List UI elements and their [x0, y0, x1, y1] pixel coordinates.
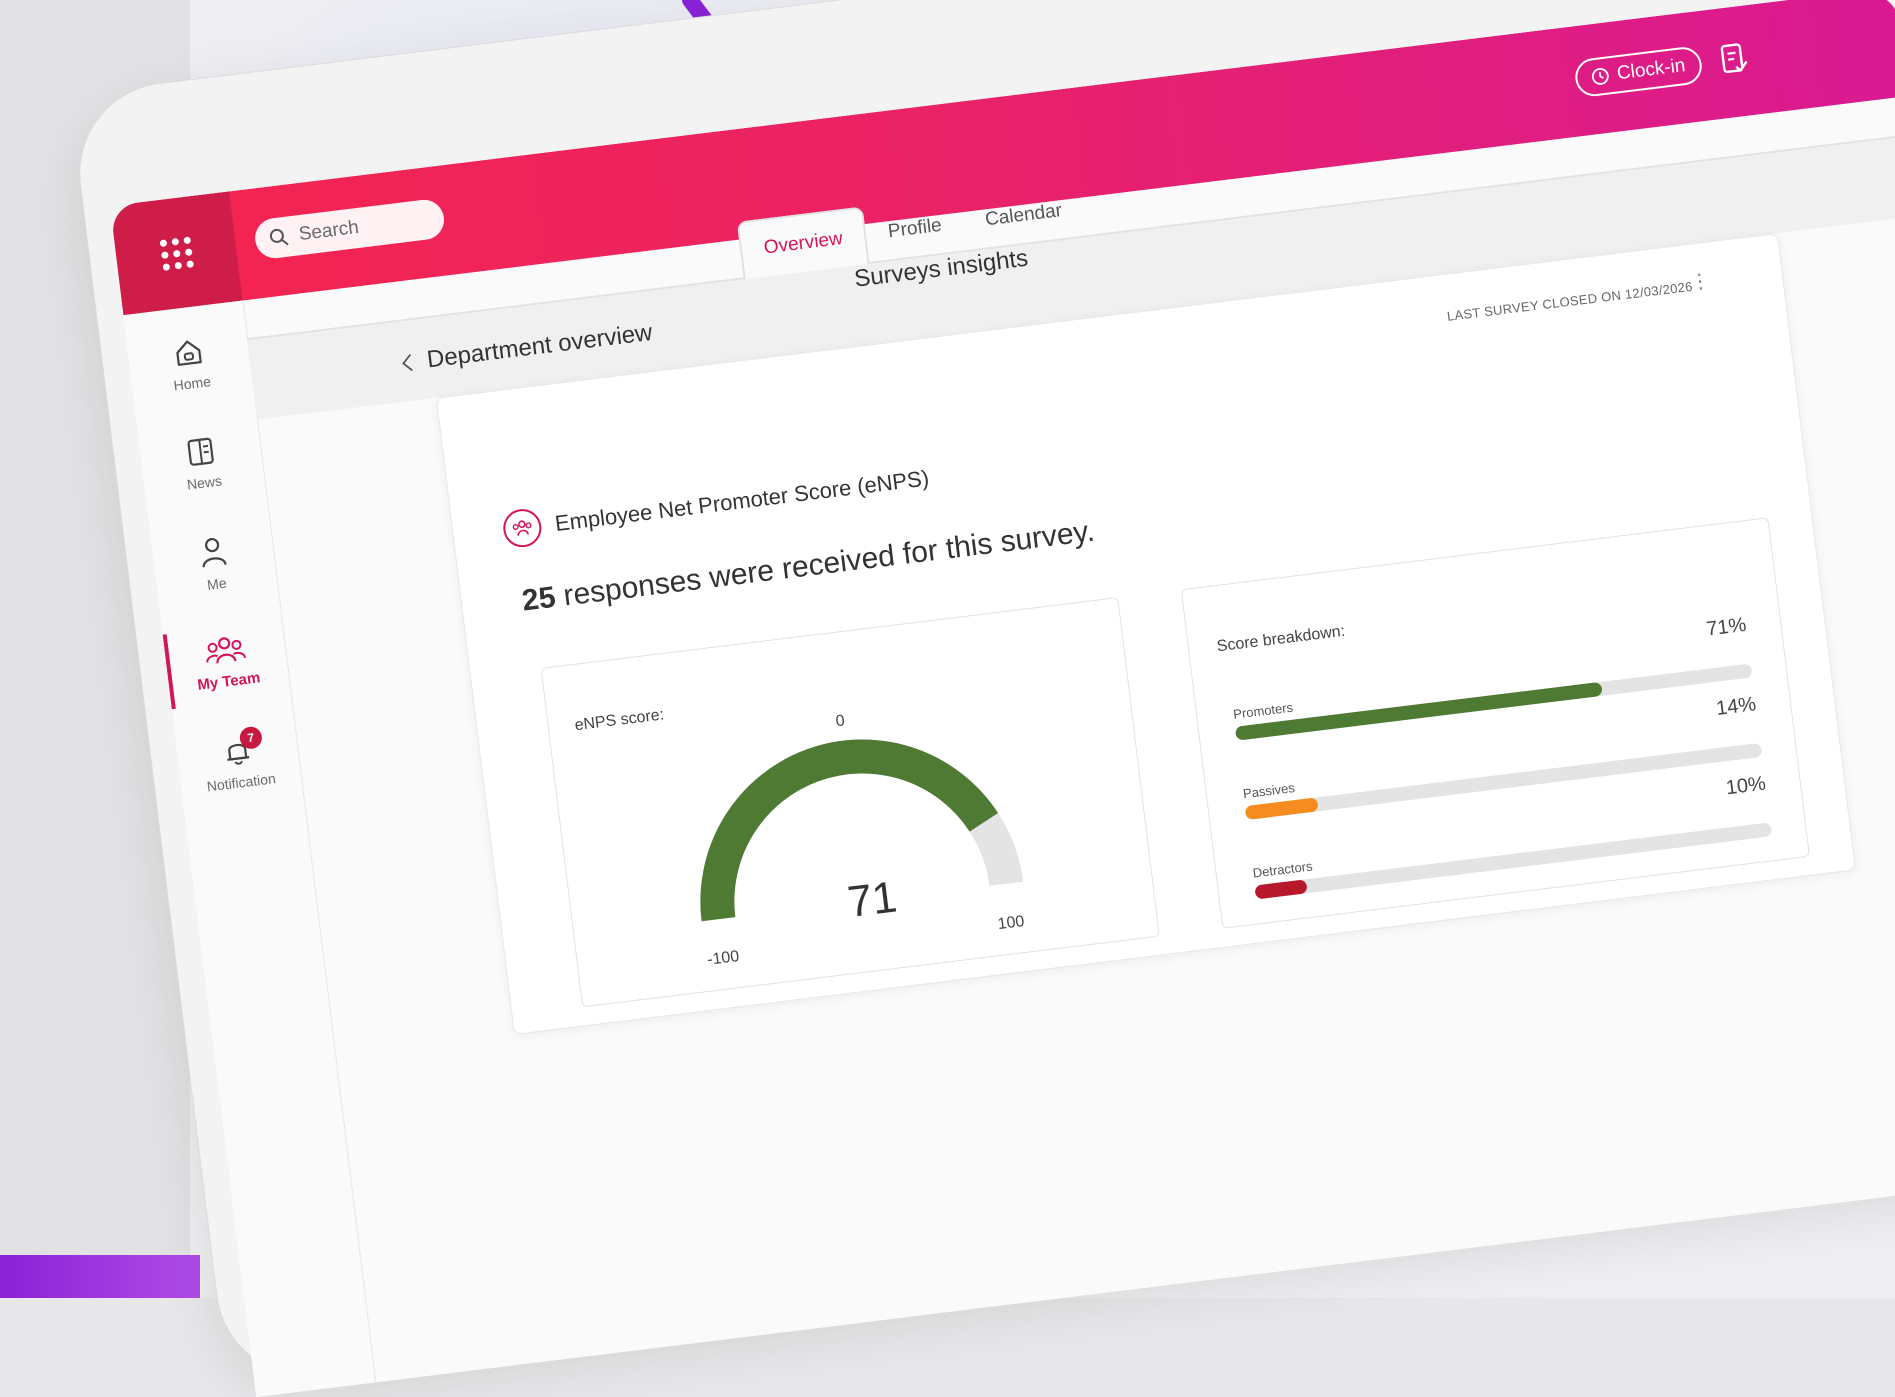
grid-icon — [158, 236, 194, 271]
search-input[interactable] — [295, 207, 432, 248]
detractors-bar — [1254, 879, 1308, 900]
home-icon — [176, 340, 202, 366]
search-icon — [269, 228, 289, 246]
team-icon — [206, 637, 247, 664]
breakdown-percent: 71% — [1705, 613, 1748, 641]
gauge-min-label: -100 — [706, 948, 740, 969]
last-survey-date: LAST SURVEY CLOSED ON 12/03/2026 — [1446, 278, 1694, 324]
person-icon — [202, 537, 227, 568]
breakdown-name: Detractors — [1251, 858, 1314, 881]
breakdown-name: Passives — [1242, 780, 1296, 802]
breakdown-row-promoters: 71% Promoters — [1232, 614, 1753, 741]
gauge-max-label: 100 — [997, 913, 1026, 933]
breakdown-title: Score breakdown: — [1215, 622, 1347, 656]
breakdown-percent: 14% — [1714, 693, 1758, 720]
news-icon — [187, 437, 214, 466]
clock-icon — [1591, 68, 1609, 85]
breakdown-percent: 10% — [1724, 772, 1768, 800]
sidebar-item-label: Me — [206, 574, 228, 593]
chevron-left-icon — [402, 353, 413, 372]
breakdown-track — [1254, 822, 1773, 900]
app-window: Clock-in Home News — [110, 0, 1895, 1397]
responses-count: 25 — [520, 580, 558, 618]
sidebar-item-news[interactable]: News — [139, 430, 265, 498]
passives-bar — [1244, 797, 1319, 821]
breakdown-track — [1244, 742, 1763, 821]
more-options-icon[interactable]: ⋮ — [1689, 270, 1712, 294]
sidebar-item-label: My Team — [196, 669, 262, 694]
sidebar-item-notification[interactable]: 7 Notification — [176, 725, 302, 797]
clock-in-button[interactable]: Clock-in — [1573, 45, 1704, 99]
tasks-button[interactable] — [1714, 35, 1755, 83]
clock-in-label: Clock-in — [1615, 55, 1687, 85]
breakdown-name: Promoters — [1232, 699, 1294, 722]
score-breakdown-card: Score breakdown: 71% Promoters 14% Passi… — [1180, 517, 1810, 929]
enps-icon — [501, 506, 544, 550]
sidebar-item-me[interactable]: Me — [151, 529, 277, 599]
search-box[interactable] — [252, 197, 447, 261]
enps-title: Employee Net Promoter Score (eNPS) — [553, 465, 931, 537]
enps-heading: Employee Net Promoter Score (eNPS) — [501, 459, 931, 550]
enps-gauge: 0 -100 100 71 — [700, 712, 1026, 969]
app-launcher-button[interactable] — [110, 191, 243, 316]
breakdown-track — [1234, 663, 1753, 741]
decorative-bar — [0, 1255, 200, 1298]
sidebar-item-label: News — [186, 472, 223, 493]
gauge-mid-label: 0 — [835, 712, 846, 730]
gauge-score: 71 — [845, 872, 900, 927]
sidebar-item-home[interactable]: Home — [127, 330, 253, 398]
sidebar-item-label: Home — [172, 373, 212, 394]
sidebar-item-my-team[interactable]: My Team — [164, 628, 290, 697]
gauge-card: eNPS score: 0 -100 100 71 — [540, 597, 1160, 1008]
document-check-icon — [1720, 43, 1748, 74]
sidebar-item-label: Notification — [205, 770, 277, 795]
